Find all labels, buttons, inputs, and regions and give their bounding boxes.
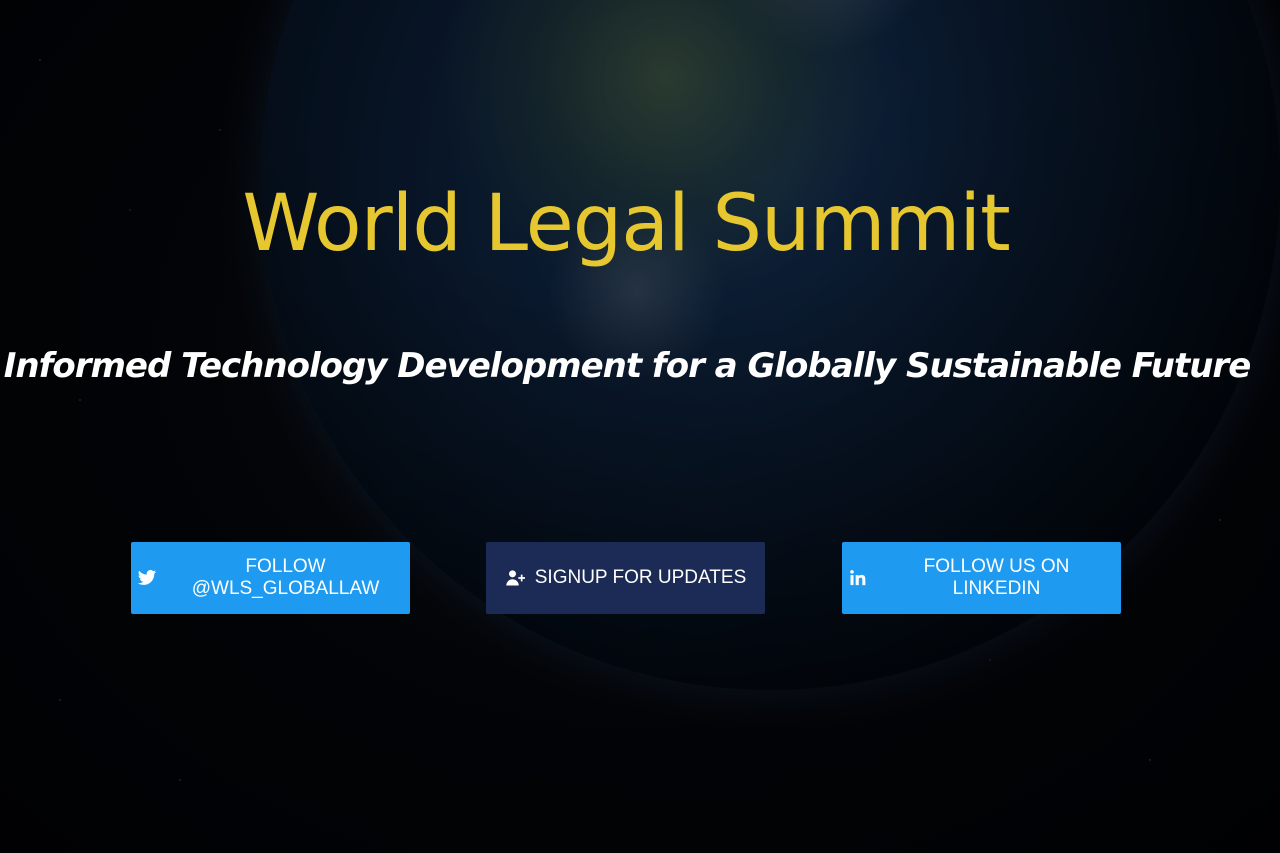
page-title: World Legal Summit: [242, 179, 1010, 269]
follow-linkedin-label: FOLLOW US ON LINKEDIN: [923, 556, 1070, 599]
signup-updates-button[interactable]: SIGNUP FOR UPDATES: [486, 542, 765, 614]
follow-linkedin-button[interactable]: FOLLOW US ON LINKEDIN: [842, 542, 1121, 614]
user-plus-icon: [505, 568, 525, 588]
hero-section: World Legal Summit Informed Technology D…: [0, 0, 1280, 853]
twitter-icon: [137, 568, 157, 588]
linkedin-icon: [848, 568, 868, 588]
page-subtitle: Informed Technology Development for a Gl…: [3, 346, 1252, 386]
signup-updates-label: SIGNUP FOR UPDATES: [534, 567, 747, 588]
follow-twitter-label: FOLLOW @WLS_GLOBALLAW: [191, 556, 380, 599]
follow-twitter-button[interactable]: FOLLOW @WLS_GLOBALLAW: [131, 542, 410, 614]
dark-overlay: [0, 0, 1280, 853]
